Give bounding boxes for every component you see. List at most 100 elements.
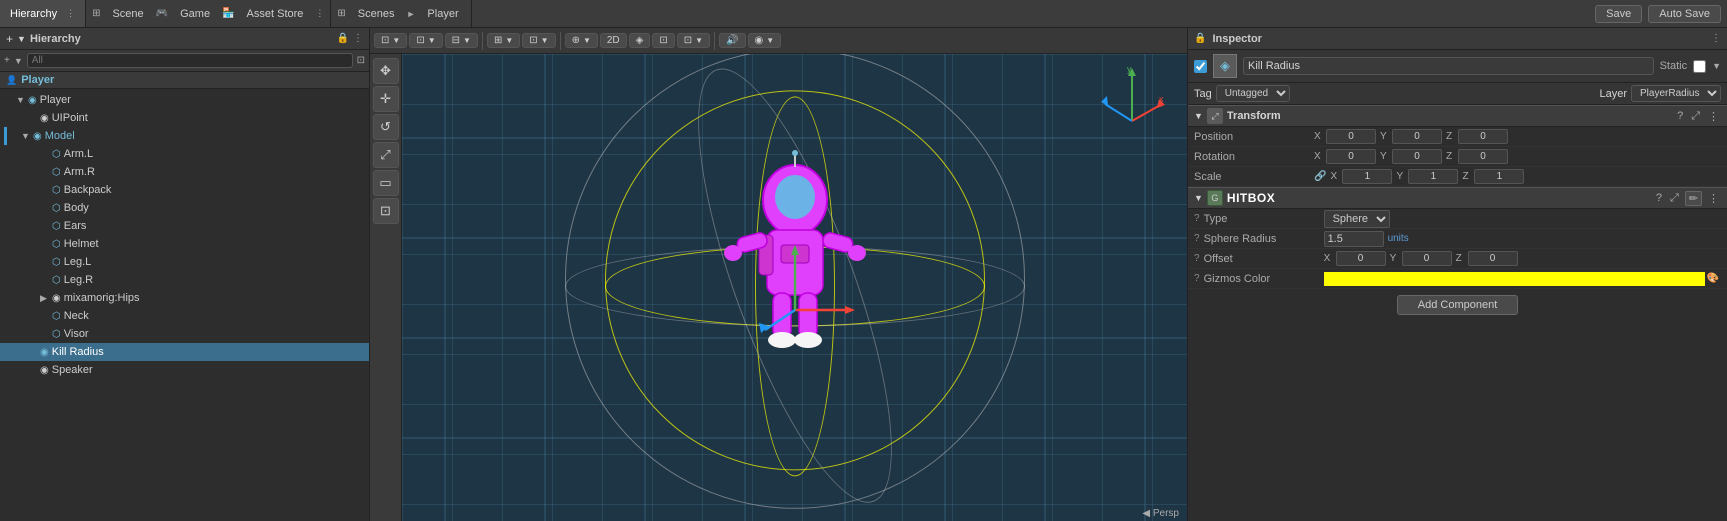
obj-active-checkbox[interactable] [1194, 60, 1207, 73]
hierarchy-search[interactable] [27, 53, 353, 68]
tree-item-visor[interactable]: ⬡ Visor [0, 325, 369, 343]
tree-item-helmet[interactable]: ⬡ Helmet [0, 235, 369, 253]
rot-y-input[interactable] [1392, 149, 1442, 164]
offset-x-input[interactable] [1336, 251, 1386, 266]
transform-collapse-arrow: ▼ [1194, 111, 1203, 121]
rotation-xyz: X Y Z [1314, 149, 1721, 164]
tree-item-leg-r[interactable]: ⬡ Leg.R [0, 271, 369, 289]
units-link[interactable]: units [1388, 233, 1409, 244]
hierarchy-tab-label: Hierarchy [10, 8, 57, 20]
scale-row: Scale 🔗 X Y Z [1188, 167, 1727, 187]
viewport-canvas[interactable]: y x ◀ Persp [402, 54, 1187, 521]
hierarchy-tab[interactable]: Hierarchy ⋮ [0, 0, 86, 27]
hitbox-help-btn[interactable]: ? [1654, 191, 1664, 206]
scenes-btn[interactable]: Scenes [352, 6, 401, 22]
type-select[interactable]: Sphere [1324, 210, 1390, 228]
transform-help-btn[interactable]: ? [1675, 110, 1685, 123]
vfx-btn[interactable]: ⊡ ▼ [677, 33, 710, 48]
camera-btn[interactable]: ⊡ [652, 33, 674, 48]
lock-icon[interactable]: 🔒 [337, 33, 349, 44]
breadcrumb-section: ⊞ Scenes ► Player [331, 0, 471, 27]
pivot-btn[interactable]: ⊕ ▼ [565, 33, 598, 48]
eye-btn[interactable]: ◉ ▼ [748, 33, 782, 48]
auto-save-button[interactable]: Auto Save [1648, 5, 1721, 23]
scale-x-input[interactable] [1342, 169, 1392, 184]
snap-btn[interactable]: ⊡ ▼ [522, 33, 555, 48]
add-icon[interactable]: + [6, 32, 13, 46]
rot-z-label: Z [1446, 151, 1456, 162]
player-btn[interactable]: Player [421, 6, 464, 22]
transform-component-header[interactable]: ▼ ⤢ Transform ? ⤢ ⋮ [1188, 105, 1727, 127]
scale-z-group: Z [1462, 169, 1524, 184]
obj-name-input[interactable] [1243, 57, 1654, 75]
pos-z-input[interactable] [1458, 129, 1508, 144]
layer-select[interactable]: PlayerRadius [1631, 85, 1721, 102]
asset-store-tab[interactable]: Asset Store [241, 6, 310, 22]
tag-select[interactable]: Untagged [1216, 85, 1290, 102]
audio-btn[interactable]: 🔊 [719, 33, 745, 48]
transform-menu-btn[interactable]: ⋮ [1706, 110, 1721, 123]
render-mode-btn[interactable]: ◈ [629, 33, 651, 48]
shading-btn[interactable]: ⊡ ▼ [374, 33, 407, 48]
tree-item-mixamorig[interactable]: ▶ ◉ mixamorig:Hips [0, 289, 369, 307]
leg-r-label: Leg.R [64, 274, 93, 286]
grid-btn[interactable]: ⊞ ▼ [487, 33, 520, 48]
offset-help-icon: ? [1194, 253, 1200, 264]
tree-item-uipoint[interactable]: ◉ UIPoint [0, 109, 369, 127]
inspector-panel: 🔒 Inspector ⋮ ◈ Static ▼ Tag Untagged La… [1187, 28, 1727, 521]
rot-x-input[interactable] [1326, 149, 1376, 164]
pos-y-input[interactable] [1392, 129, 1442, 144]
offset-z-input[interactable] [1468, 251, 1518, 266]
lock-inspector-icon[interactable]: 🔒 [1194, 33, 1206, 44]
offset-y-input[interactable] [1402, 251, 1452, 266]
offset-y-group: Y [1390, 251, 1452, 266]
snap-chevron: ▼ [541, 36, 549, 45]
tree-item-player[interactable]: ▼ ◉ Player [0, 91, 369, 109]
rot-z-input[interactable] [1458, 149, 1508, 164]
rotate-tool[interactable]: ↺ [373, 114, 399, 140]
tree-item-neck[interactable]: ⬡ Neck [0, 307, 369, 325]
game-tab[interactable]: Game [174, 6, 216, 22]
rect-tool[interactable]: ▭ [373, 170, 399, 196]
2d-btn[interactable]: 2D [600, 33, 627, 48]
scale-y-input[interactable] [1408, 169, 1458, 184]
static-checkbox[interactable] [1693, 60, 1706, 73]
gizmos-color-swatch[interactable] [1324, 272, 1705, 286]
transform-tool[interactable]: ⊡ [373, 198, 399, 224]
hierarchy-menu-icon[interactable]: ⋮ [353, 33, 363, 44]
pos-x-input[interactable] [1326, 129, 1376, 144]
tree-item-leg-l[interactable]: ⬡ Leg.L [0, 253, 369, 271]
save-button[interactable]: Save [1595, 5, 1642, 23]
hitbox-component-header[interactable]: ▼ G HITBOX ? ⤢ ✏ ⋮ [1188, 187, 1727, 209]
color-picker-btn[interactable]: 🎨 [1705, 273, 1721, 284]
hitbox-expand-btn[interactable]: ⤢ [1668, 191, 1681, 206]
hitbox-edit-btn[interactable]: ✏ [1685, 191, 1702, 206]
tree-item-arm-r[interactable]: ⬡ Arm.R [0, 163, 369, 181]
add-hierarchy-icon[interactable]: + [4, 55, 10, 66]
scale-z-input[interactable] [1474, 169, 1524, 184]
add-component-button[interactable]: Add Component [1397, 295, 1519, 315]
scale-x-label: X [1330, 171, 1340, 182]
tree-item-kill-radius[interactable]: ◉ Kill Radius [0, 343, 369, 361]
inspector-menu-icon[interactable]: ⋮ [1711, 33, 1721, 44]
gizmos-btn[interactable]: ⊡ ▼ [409, 33, 442, 48]
eye-icon: ◉ [755, 35, 764, 46]
hand-tool[interactable]: ✥ [373, 58, 399, 84]
transform-expand-btn[interactable]: ⤢ [1689, 110, 1702, 123]
tree-item-body[interactable]: ⬡ Body [0, 199, 369, 217]
scale-link-icon[interactable]: 🔗 [1314, 171, 1326, 182]
tree-item-backpack[interactable]: ⬡ Backpack [0, 181, 369, 199]
inspector-obj-row: ◈ Static ▼ [1188, 50, 1727, 83]
tree-item-ears[interactable]: ⬡ Ears [0, 217, 369, 235]
layers-btn[interactable]: ⊟ ▼ [445, 33, 478, 48]
tree-item-model[interactable]: ▼ ◉ Model [0, 127, 369, 145]
tree-item-speaker[interactable]: ◉ Speaker [0, 361, 369, 379]
hitbox-menu-btn[interactable]: ⋮ [1706, 191, 1721, 206]
scale-tool[interactable]: ⤢ [373, 142, 399, 168]
visor-label: Visor [64, 328, 89, 340]
tree-item-arm-l[interactable]: ⬡ Arm.L [0, 145, 369, 163]
scene-tab[interactable]: Scene [106, 6, 149, 22]
sphere-radius-input[interactable] [1324, 231, 1384, 247]
move-tool[interactable]: ✛ [373, 86, 399, 112]
hierarchy-options-icon[interactable]: ⊡ [357, 55, 365, 66]
